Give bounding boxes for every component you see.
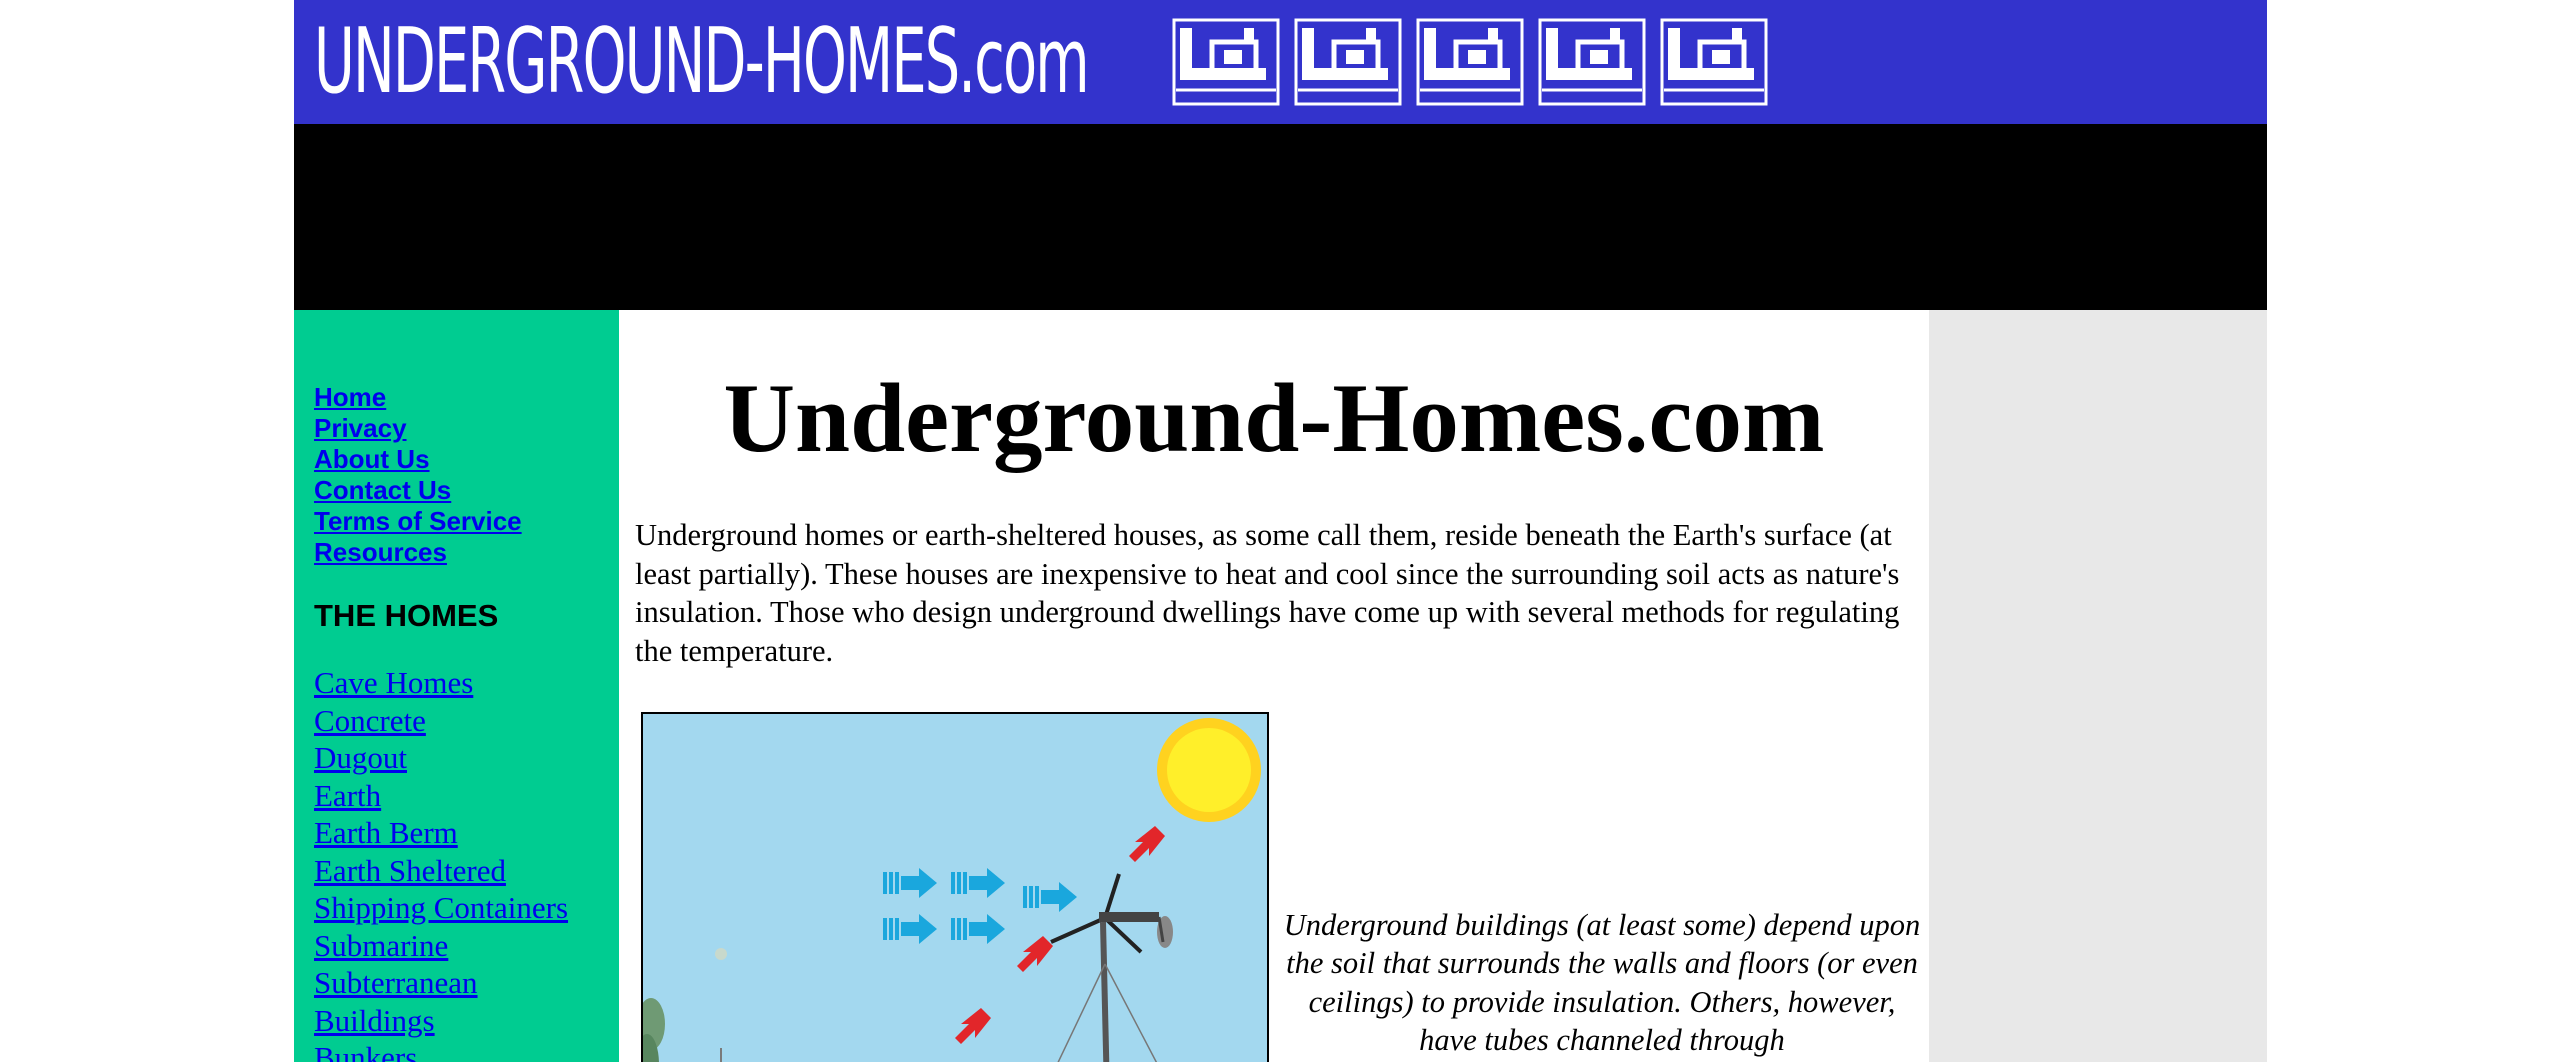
ad-banner-area bbox=[294, 124, 2267, 310]
nav-link-terms-of-service[interactable]: Terms of Service bbox=[314, 506, 522, 537]
home-link-concrete[interactable]: Concrete bbox=[314, 702, 568, 740]
right-rail bbox=[1929, 310, 2267, 1062]
home-link-cave-homes[interactable]: Cave Homes bbox=[314, 664, 568, 702]
home-link-bunkers[interactable]: Bunkers bbox=[314, 1039, 568, 1062]
wind-arrows bbox=[883, 868, 1077, 944]
sun-icon bbox=[1157, 718, 1261, 822]
banner-icon-row bbox=[1172, 18, 1768, 106]
home-link-earth-berm[interactable]: Earth Berm bbox=[314, 814, 568, 852]
tree-foliage bbox=[643, 948, 727, 1062]
nav-link-contact-us[interactable]: Contact Us bbox=[314, 475, 522, 506]
quick-links: Home Privacy About Us Contact Us Terms o… bbox=[314, 382, 522, 568]
home-link-submarine[interactable]: Submarine bbox=[314, 927, 568, 965]
intro-paragraph: Underground homes or earth-sheltered hou… bbox=[635, 518, 1900, 668]
home-link-buildings[interactable]: Buildings bbox=[314, 1002, 568, 1040]
home-link-shipping-containers[interactable]: Shipping Containers bbox=[314, 889, 568, 927]
page-title: Underground-Homes.com bbox=[723, 364, 1825, 473]
sidebar: Home Privacy About Us Contact Us Terms o… bbox=[294, 310, 619, 1062]
main-content: Underground-Homes.com Underground homes … bbox=[619, 310, 1929, 1062]
homes-heading: THE HOMES bbox=[314, 598, 499, 633]
house-icon bbox=[1172, 18, 1280, 106]
illustration-graphic bbox=[643, 718, 1261, 1062]
house-icon bbox=[1294, 18, 1402, 106]
nav-link-privacy[interactable]: Privacy bbox=[314, 413, 522, 444]
figure-caption: Underground buildings (at least some) de… bbox=[1283, 908, 1921, 1057]
house-icon bbox=[1660, 18, 1768, 106]
page: UNDERGROUND-HOMES.com Home Privacy About… bbox=[294, 0, 2267, 1062]
home-link-earth-sheltered[interactable]: Earth Sheltered bbox=[314, 852, 568, 890]
house-icon bbox=[1416, 18, 1524, 106]
home-type-links: Cave Homes Concrete Dugout Earth Earth B… bbox=[314, 664, 568, 1062]
house-icon bbox=[1538, 18, 1646, 106]
home-link-earth[interactable]: Earth bbox=[314, 777, 568, 815]
home-link-subterranean[interactable]: Subterranean bbox=[314, 964, 568, 1002]
wind-turbine-illustration bbox=[641, 712, 1269, 1062]
nav-link-about-us[interactable]: About Us bbox=[314, 444, 522, 475]
site-banner: UNDERGROUND-HOMES.com bbox=[294, 0, 2267, 124]
home-link-dugout[interactable]: Dugout bbox=[314, 739, 568, 777]
nav-link-home[interactable]: Home bbox=[314, 382, 522, 413]
nav-link-resources[interactable]: Resources bbox=[314, 537, 522, 568]
site-logo[interactable]: UNDERGROUND-HOMES.com bbox=[314, 6, 1090, 118]
